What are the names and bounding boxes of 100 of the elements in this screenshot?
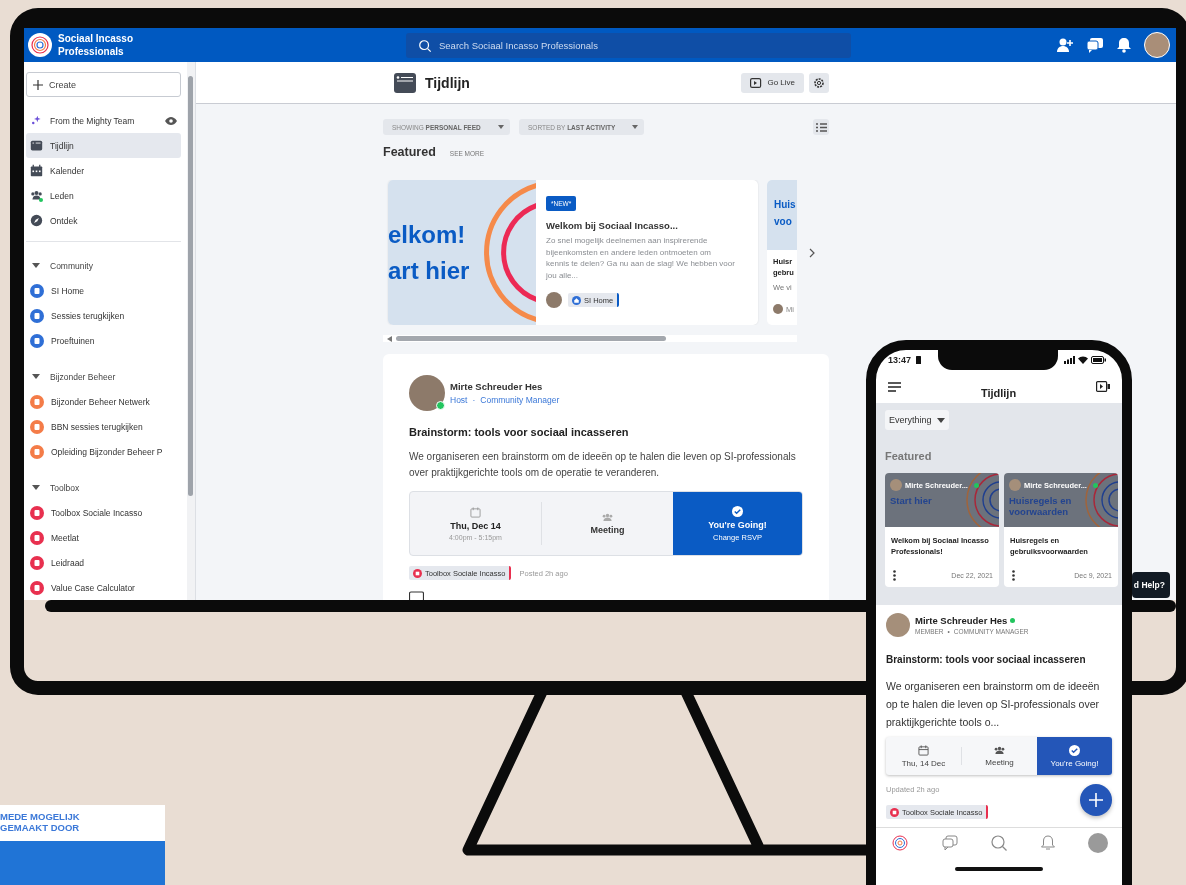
- video-icon[interactable]: [1096, 381, 1110, 392]
- featured-card[interactable]: [388, 180, 758, 325]
- section-title: Featured: [383, 145, 436, 159]
- bell-icon[interactable]: [1040, 834, 1055, 851]
- circle-icon: [413, 568, 422, 578]
- post-body: We organiseren een brainstorm om de ideeën op te halen die leven op SI-professionals over praktijkgerichte tools om de operatie te veranderen.: [409, 450, 797, 480]
- sim-icon: [916, 356, 922, 364]
- scrollbar-thumb[interactable]: [188, 76, 193, 496]
- chevron-right-icon[interactable]: [809, 247, 815, 258]
- menu-icon[interactable]: [888, 381, 901, 392]
- caret-icon: [632, 125, 638, 129]
- sidebar-item[interactable]: Kalender: [26, 158, 181, 183]
- page-title: Tijdlijn: [425, 74, 470, 91]
- search-icon: [418, 38, 432, 53]
- section-header[interactable]: Community: [26, 253, 187, 278]
- logo-icon: [28, 33, 52, 57]
- logo-icon[interactable]: [892, 834, 908, 851]
- app-title: Sociaal Incasso Professionals: [58, 32, 135, 58]
- avatar: [890, 479, 902, 491]
- create-button[interactable]: Create: [26, 72, 181, 97]
- sidebar-item[interactable]: From the Mighty Team: [26, 108, 181, 133]
- cover-text: Start hier: [890, 495, 933, 506]
- plus-icon: [1089, 793, 1103, 807]
- cover-text: Huis: [774, 198, 797, 212]
- cover-text: voo: [774, 215, 793, 229]
- section-title: Featured: [885, 449, 933, 464]
- sidebar-item[interactable]: Tijdlijn: [26, 133, 181, 158]
- signal-icon: [1064, 356, 1075, 364]
- arrow-left-icon[interactable]: [387, 335, 392, 342]
- card-title: Welkom bij Sociaal Incasso...: [546, 220, 678, 231]
- caret-icon: [32, 484, 40, 491]
- battery-icon: [1091, 356, 1106, 364]
- cover-text: Huisregels en voorwaarden: [1009, 495, 1073, 517]
- author-title: Community Manager: [480, 395, 560, 405]
- card-excerpt: Zo snel mogelijk deelnemen aan inspirerende bijeenkomsten en andere leden ontmoeten om kennis te delen? Ga nu aan de slag! We hebben voor jou alle...: [546, 235, 736, 281]
- sidebar-item[interactable]: Leidraad: [26, 550, 181, 575]
- separator-dot: ·: [472, 395, 476, 405]
- list-icon: [815, 122, 827, 132]
- sidebar-item[interactable]: Toolbox Sociale Incasso: [26, 500, 181, 525]
- circle-icon: [890, 807, 899, 817]
- add-user-icon[interactable]: [1056, 37, 1074, 53]
- sidebar-item[interactable]: Bijzonder Beheer Netwerk: [26, 389, 181, 414]
- post-title: Brainstorm: tools voor sociaal incasseren: [409, 425, 630, 440]
- chat-icon[interactable]: [1086, 37, 1104, 53]
- wifi-icon: [1078, 356, 1088, 364]
- settings-icon: [813, 76, 825, 89]
- author-name: Mirte Schreuder Hes: [450, 381, 544, 392]
- sidebar-item[interactable]: Leden: [26, 183, 181, 208]
- caret-icon: [498, 125, 504, 129]
- sidebar-item[interactable]: Sessies terugkijken: [26, 303, 181, 328]
- cover-text: elkom!: [388, 219, 466, 250]
- calendar-icon: [918, 744, 929, 756]
- check-circle-icon: [1069, 744, 1080, 756]
- avatar: [1009, 479, 1021, 491]
- plus-icon: [33, 79, 43, 90]
- settings-button[interactable]: [809, 72, 829, 93]
- rsvp-button[interactable]: You're Going!: [1037, 737, 1112, 775]
- screen-title: Tijdlijn: [980, 385, 1017, 401]
- list-view-button[interactable]: [813, 119, 829, 135]
- more-icon[interactable]: [893, 570, 896, 581]
- caret-icon: [32, 373, 40, 380]
- sidebar-item[interactable]: Opleiding Bijzonder Beheer P: [26, 439, 181, 464]
- sidebar-item[interactable]: Proeftuinen: [26, 328, 181, 353]
- more-icon[interactable]: [1012, 570, 1015, 581]
- caret-icon: [32, 262, 40, 269]
- caret-icon: [936, 417, 945, 423]
- event-date: Thu, Dec 14: [450, 520, 501, 531]
- status-time: 13:47: [888, 355, 912, 365]
- avatar: [773, 304, 783, 314]
- filter-dropdown[interactable]: Everything: [885, 410, 949, 430]
- people-icon: [994, 745, 1005, 755]
- sidebar-item[interactable]: Meetlat: [26, 525, 181, 550]
- sidebar-item[interactable]: Ontdek: [26, 208, 181, 233]
- go-live-button[interactable]: Go Live: [741, 72, 804, 93]
- avatar[interactable]: [1144, 32, 1170, 58]
- event-type: Meeting: [985, 757, 1014, 767]
- section-header[interactable]: Bijzonder Beheer: [26, 364, 187, 389]
- sidebar-item[interactable]: SI Home: [26, 278, 181, 303]
- sponsor-label: MEDE MOGELIJK GEMAAKT DOOR: [0, 805, 165, 841]
- post-body: We organiseren een brainstorm om de ideeën op te halen die leven op SI-professionals over praktijkgerichte tools o...: [886, 679, 1101, 730]
- event-date: Thu, 14 Dec: [901, 758, 946, 768]
- author-name: Mirte Schreuder Hes: [915, 615, 1008, 626]
- avatar: [546, 292, 562, 308]
- help-button[interactable]: d Help?: [1132, 572, 1170, 598]
- search-field[interactable]: Search Sociaal Incasso Professionals: [406, 32, 851, 58]
- post-title: Brainstorm: tools voor sociaal incasseren: [886, 653, 1087, 667]
- section-header[interactable]: Toolbox: [26, 475, 187, 500]
- sidebar-item[interactable]: BBN sessies terugkijken: [26, 414, 181, 439]
- sidebar-item[interactable]: Value Case Calculator: [26, 575, 181, 600]
- video-icon: [750, 77, 763, 88]
- avatar: [886, 613, 910, 637]
- bell-icon[interactable]: [1116, 37, 1132, 53]
- eye-icon: [165, 116, 177, 125]
- search-icon[interactable]: [991, 834, 1007, 851]
- check-circle-icon: [732, 505, 743, 517]
- window-icon: [394, 72, 416, 93]
- scrollbar-thumb[interactable]: [396, 336, 666, 341]
- avatar[interactable]: [1088, 832, 1108, 853]
- people-icon: [602, 512, 613, 522]
- add-button[interactable]: [1080, 784, 1112, 816]
